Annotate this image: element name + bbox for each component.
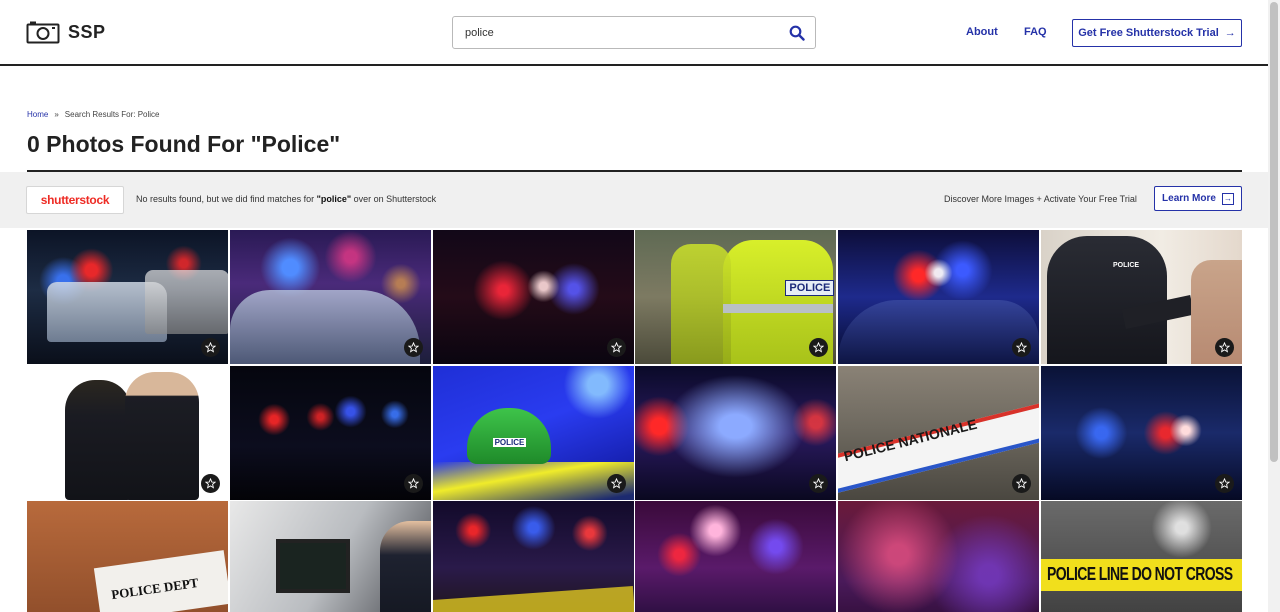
photo-tile[interactable] xyxy=(229,365,431,500)
photo-tile[interactable] xyxy=(27,230,228,364)
star-icon xyxy=(610,477,622,489)
photo-tile[interactable] xyxy=(838,230,1040,364)
favorite-button[interactable] xyxy=(1214,473,1234,493)
arrow-right-icon: → xyxy=(1224,27,1236,39)
photo-image xyxy=(1040,501,1242,612)
photo-tile[interactable] xyxy=(229,501,431,612)
star-icon xyxy=(407,342,419,353)
scrollbar-thumb[interactable] xyxy=(1270,2,1278,462)
star-icon xyxy=(205,477,216,489)
yellow-stripe xyxy=(432,461,634,500)
photo-image xyxy=(432,230,634,364)
favorite-button[interactable] xyxy=(606,473,626,493)
star-icon xyxy=(1016,477,1028,489)
photo-image xyxy=(635,501,837,612)
photo-tile[interactable] xyxy=(1040,365,1242,500)
star-icon xyxy=(1218,477,1230,489)
star-icon xyxy=(407,477,419,489)
promo-message: No results found, but we did find matche… xyxy=(136,194,436,204)
cap-label: POLICE xyxy=(492,437,527,447)
site-header: SSP About FAQ Get Free Shutterstock Tria… xyxy=(0,0,1268,66)
uniform-label: POLICE xyxy=(1112,262,1140,269)
breadcrumb-current: Search Results For: Police xyxy=(64,110,160,119)
favorite-button[interactable] xyxy=(809,473,829,493)
photo-tile[interactable] xyxy=(635,501,837,612)
free-trial-button[interactable]: Get Free Shutterstock Trial → xyxy=(1072,19,1242,47)
tape-label: POLICE LINE DO NOT CROSS xyxy=(1046,563,1233,584)
site-logo[interactable]: SSP xyxy=(26,20,106,44)
officer-shoulder xyxy=(379,521,431,612)
star-icon xyxy=(1218,342,1230,353)
laptop-screen xyxy=(275,539,350,593)
shutterstock-logo-text: shutterstock xyxy=(40,193,110,207)
favorite-button[interactable] xyxy=(606,338,626,357)
logo-text: SSP xyxy=(68,21,106,42)
promo-message-prefix: No results found, but we did find matche… xyxy=(136,194,317,204)
favorite-button[interactable] xyxy=(403,473,423,493)
photo-tile[interactable]: POLICE NATIONALE xyxy=(838,365,1040,500)
camera-icon xyxy=(26,21,60,44)
photo-tile[interactable] xyxy=(229,230,431,364)
photo-tile[interactable] xyxy=(635,365,837,500)
vest-label: POLICE xyxy=(785,280,835,296)
breadcrumb-home[interactable]: Home xyxy=(27,110,48,119)
photo-tile[interactable] xyxy=(838,501,1040,612)
car-roof xyxy=(229,290,420,364)
search-box xyxy=(452,16,816,49)
officer-body xyxy=(1046,236,1167,364)
breadcrumb: Home » Search Results For: Police xyxy=(27,110,160,119)
star-icon xyxy=(1016,342,1028,353)
photo-tile[interactable]: POLICE DEPT xyxy=(27,501,228,612)
learn-more-button[interactable]: Learn More → xyxy=(1154,186,1242,211)
star-icon xyxy=(205,342,216,353)
promo-cta-text: Discover More Images + Activate Your Fre… xyxy=(944,194,1137,204)
reflective-stripe xyxy=(723,304,834,313)
officer-male xyxy=(125,371,199,500)
favorite-button[interactable] xyxy=(201,338,220,357)
page: SSP About FAQ Get Free Shutterstock Tria… xyxy=(0,0,1280,612)
star-icon xyxy=(610,342,622,353)
favorite-button[interactable] xyxy=(201,473,220,493)
photo-tile[interactable]: POLICE xyxy=(1040,230,1242,364)
star-icon xyxy=(813,342,825,353)
photo-tile[interactable]: POLICE xyxy=(432,365,634,500)
search-input[interactable] xyxy=(465,17,775,48)
car-hood xyxy=(838,300,1040,364)
page-scrollbar[interactable] xyxy=(1268,0,1280,612)
photo-tile[interactable]: POLICE xyxy=(635,230,837,364)
photo-image xyxy=(229,365,431,500)
breadcrumb-separator: » xyxy=(54,110,59,119)
search-icon[interactable] xyxy=(789,25,805,41)
shutterstock-promo-bar: shutterstock No results found, but we di… xyxy=(0,172,1268,228)
favorite-button[interactable] xyxy=(1012,473,1032,493)
photo-image xyxy=(1040,365,1242,500)
photo-tile[interactable]: POLICE LINE DO NOT CROSS xyxy=(1040,501,1242,612)
photo-image xyxy=(838,501,1040,612)
promo-message-term: "police" xyxy=(316,194,352,204)
officer-vest-2 xyxy=(671,244,732,364)
favorite-button[interactable] xyxy=(403,338,423,357)
photo-grid: POLICE POLICE POLICE POLICE NATIONALE PO… xyxy=(27,230,1242,612)
officer-female xyxy=(65,379,131,500)
photo-tile[interactable] xyxy=(432,230,634,364)
external-arrow-icon: → xyxy=(1221,192,1234,205)
photo-tile[interactable] xyxy=(27,365,228,500)
page-title: 0 Photos Found For "Police" xyxy=(27,131,341,157)
nav-faq[interactable]: FAQ xyxy=(1024,26,1047,38)
photo-image xyxy=(635,365,837,500)
star-icon xyxy=(813,477,825,489)
photo-tile[interactable] xyxy=(432,501,634,612)
car-shape-2 xyxy=(145,270,228,334)
free-trial-label: Get Free Shutterstock Trial xyxy=(1078,27,1219,39)
favorite-button[interactable] xyxy=(1214,338,1234,357)
shutterstock-logo[interactable]: shutterstock xyxy=(26,186,124,214)
nav-about[interactable]: About xyxy=(966,26,998,38)
promo-message-suffix: over on Shutterstock xyxy=(351,194,437,204)
learn-more-label: Learn More xyxy=(1162,193,1216,204)
